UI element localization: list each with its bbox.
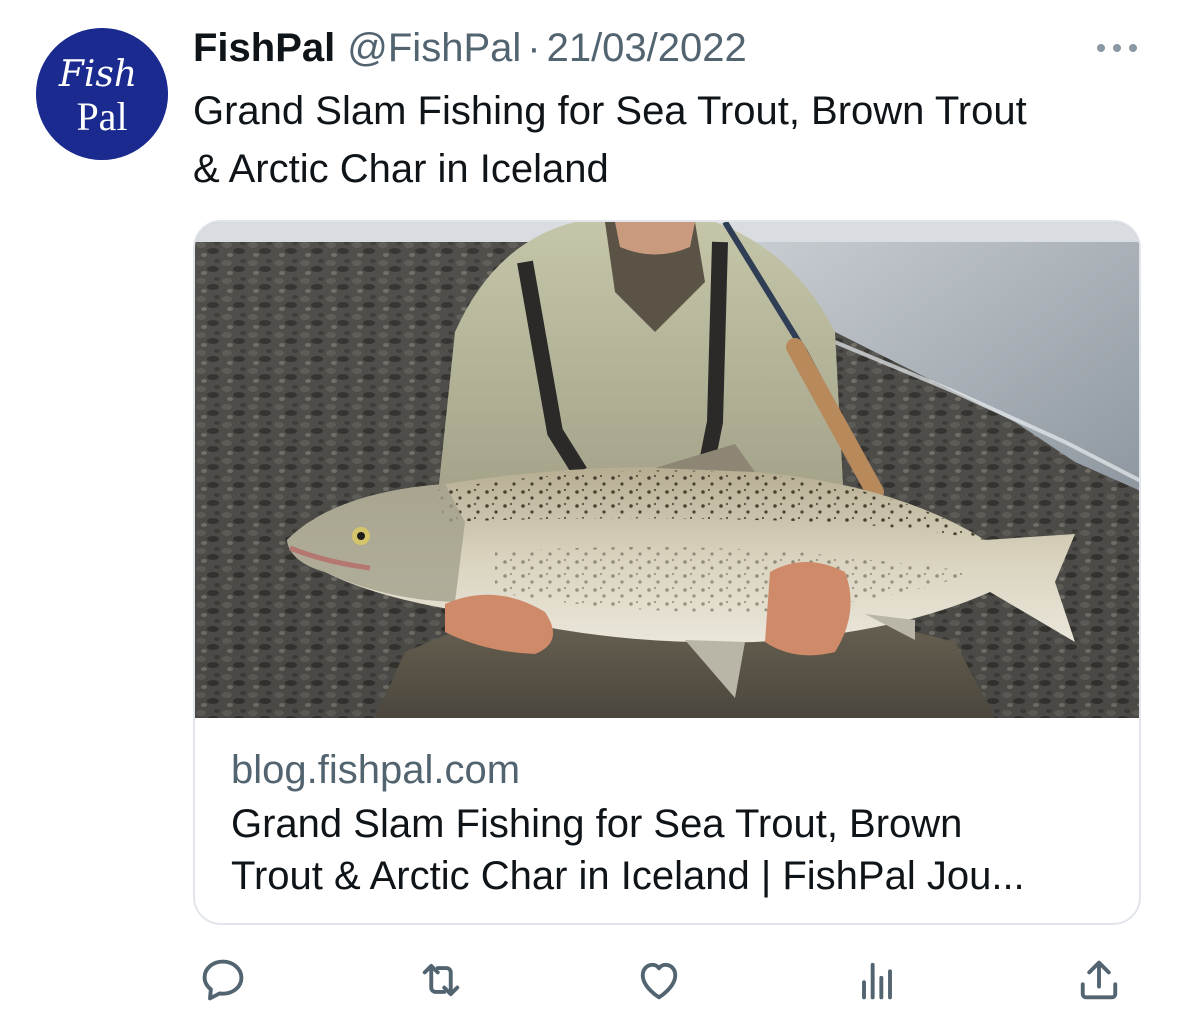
display-name[interactable]: FishPal xyxy=(193,26,335,71)
handle[interactable]: @FishPal xyxy=(347,26,521,71)
avatar-line1: Fish xyxy=(58,54,137,95)
avatar-line2: Pal xyxy=(76,94,127,139)
action-bar xyxy=(193,950,1143,1010)
separator: · xyxy=(527,25,541,70)
share-icon xyxy=(1080,960,1118,1000)
retweet-icon xyxy=(422,963,460,997)
heart-icon xyxy=(640,962,678,1000)
tweet-date[interactable]: 21/03/2022 xyxy=(547,26,747,71)
fishpal-logo: Fish Pal xyxy=(36,28,168,160)
views-button[interactable] xyxy=(847,950,907,1010)
tweet-text-line1: Grand Slam Fishing for Sea Trout, Brown … xyxy=(193,89,1027,133)
tweet-text: Grand Slam Fishing for Sea Trout, Brown … xyxy=(193,82,1153,198)
link-preview-card[interactable]: blog.fishpal.com Grand Slam Fishing for … xyxy=(193,220,1141,925)
like-button[interactable] xyxy=(629,950,689,1010)
fish-photo xyxy=(195,222,1139,718)
card-title-line2: Trout & Arctic Char in Iceland | FishPal… xyxy=(231,854,1025,898)
retweet-button[interactable] xyxy=(411,950,471,1010)
tweet-header: FishPal @FishPal · 21/03/2022 xyxy=(193,22,747,74)
more-options-icon[interactable] xyxy=(1095,36,1139,60)
avatar[interactable]: Fish Pal xyxy=(36,28,168,160)
card-text[interactable]: blog.fishpal.com Grand Slam Fishing for … xyxy=(231,744,1111,902)
card-domain: blog.fishpal.com xyxy=(231,748,521,792)
card-title: Grand Slam Fishing for Sea Trout, Brown … xyxy=(231,798,1111,902)
card-title-line1: Grand Slam Fishing for Sea Trout, Brown xyxy=(231,802,963,846)
share-button[interactable] xyxy=(1069,950,1129,1010)
reply-button[interactable] xyxy=(193,950,253,1010)
card-image[interactable] xyxy=(195,222,1139,718)
views-icon xyxy=(862,962,892,1000)
tweet-text-line2: & Arctic Char in Iceland xyxy=(193,147,609,191)
reply-icon xyxy=(202,959,244,1001)
